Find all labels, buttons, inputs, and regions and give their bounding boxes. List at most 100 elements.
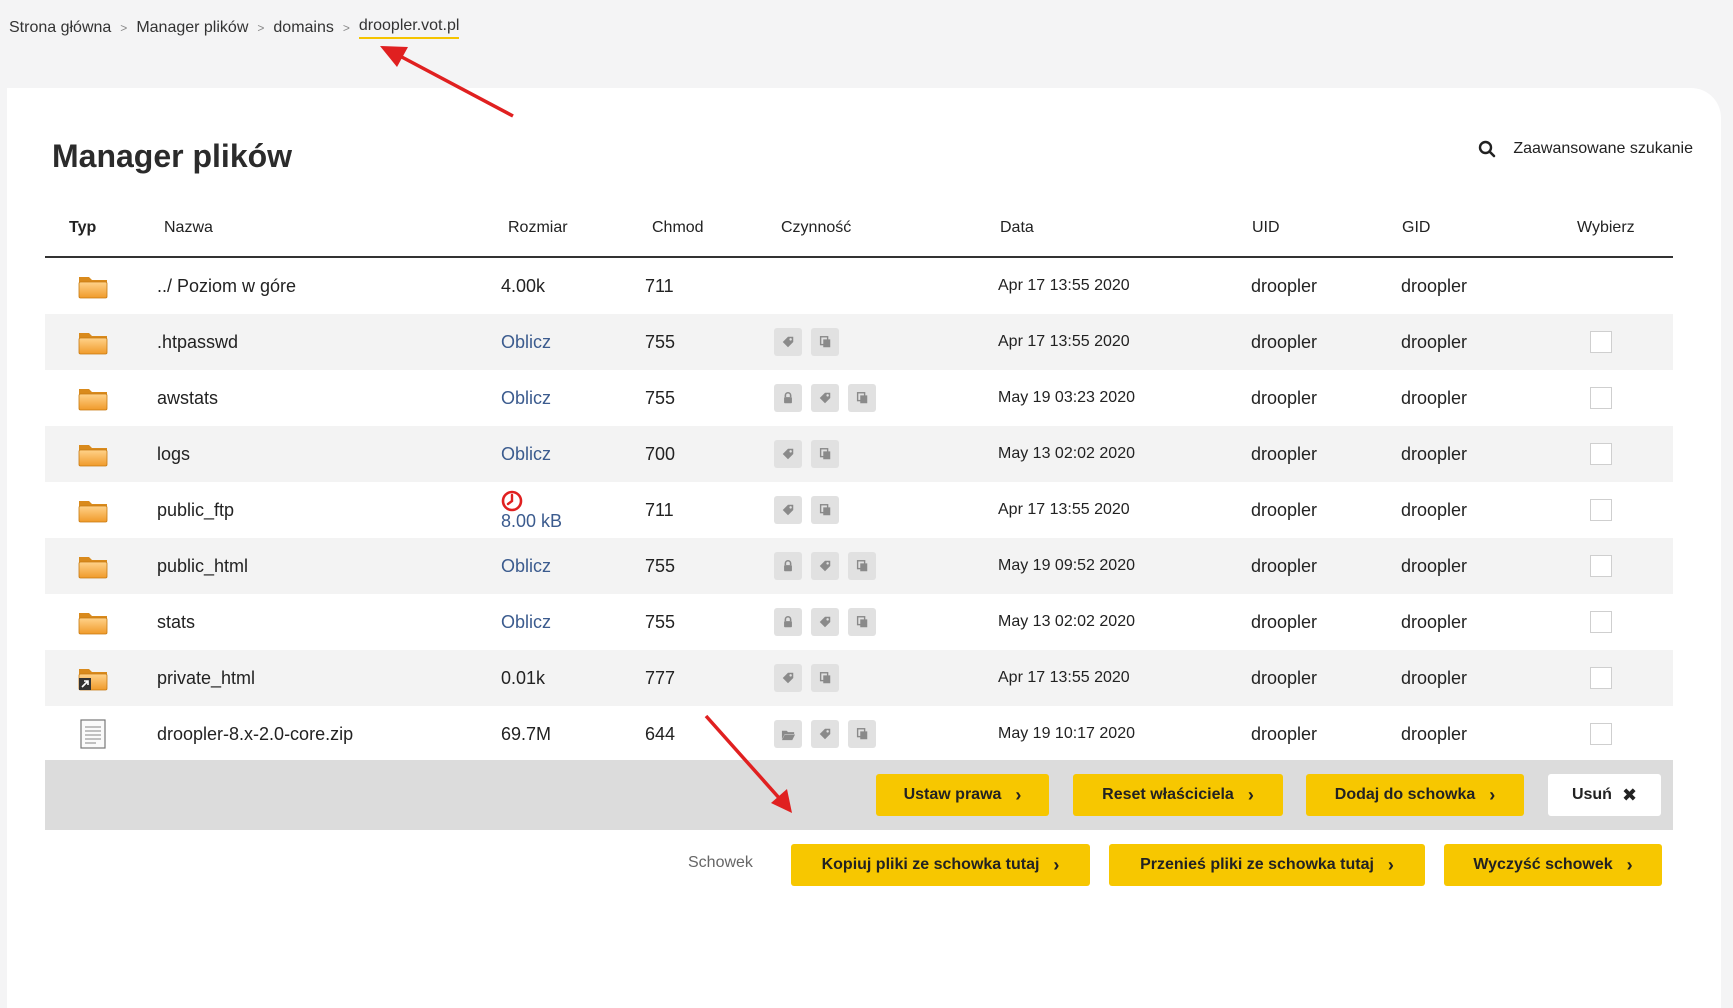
- select-checkbox[interactable]: [1590, 499, 1612, 521]
- select-checkbox[interactable]: [1590, 387, 1612, 409]
- select-checkbox[interactable]: [1590, 723, 1612, 745]
- advanced-search-link[interactable]: Zaawansowane szukanie: [1478, 140, 1693, 158]
- table-row: public_ftp 8.00 kB 711 Apr 17 13:55 2020…: [45, 482, 1673, 538]
- file-uid: droopler: [1251, 611, 1318, 632]
- select-checkbox[interactable]: [1590, 443, 1612, 465]
- file-chmod[interactable]: 755: [645, 314, 675, 370]
- file-name[interactable]: stats: [157, 594, 195, 650]
- clipboard-label: Schowek: [688, 854, 753, 871]
- set-permissions-button[interactable]: Ustaw prawa ›: [876, 774, 1049, 816]
- row-actions: [774, 314, 848, 370]
- file-uid: droopler: [1251, 723, 1318, 744]
- file-date: May 13 02:02 2020: [998, 445, 1135, 462]
- folder-icon: [78, 314, 108, 370]
- file-name[interactable]: droopler-8.x-2.0-core.zip: [157, 706, 353, 762]
- lock-icon[interactable]: [774, 608, 802, 636]
- file-gid: droopler: [1401, 667, 1468, 688]
- page-title: Manager plików: [52, 138, 293, 174]
- calculate-size-link[interactable]: Oblicz: [501, 538, 551, 594]
- file-chmod[interactable]: 777: [645, 650, 675, 706]
- file-name[interactable]: public_html: [157, 538, 248, 594]
- breadcrumb-domains[interactable]: domains: [273, 19, 333, 37]
- file-chmod[interactable]: 711: [645, 258, 674, 314]
- copy-icon[interactable]: [811, 440, 839, 468]
- file-chmod[interactable]: 755: [645, 538, 675, 594]
- header-chmod[interactable]: Chmod: [652, 219, 704, 237]
- copy-icon[interactable]: [811, 496, 839, 524]
- rename-tag-icon[interactable]: [774, 496, 802, 524]
- rename-tag-icon[interactable]: [811, 720, 839, 748]
- search-icon: [1479, 140, 1496, 158]
- header-data[interactable]: Data: [1000, 219, 1034, 237]
- file-name[interactable]: private_html: [157, 650, 255, 706]
- rename-tag-icon[interactable]: [774, 328, 802, 356]
- file-uid: droopler: [1251, 499, 1318, 520]
- copy-icon[interactable]: [811, 328, 839, 356]
- file-name[interactable]: awstats: [157, 370, 218, 426]
- copy-icon[interactable]: [848, 608, 876, 636]
- lock-icon[interactable]: [774, 384, 802, 412]
- rename-tag-icon[interactable]: [811, 384, 839, 412]
- table-row: .htpasswd Oblicz 755 Apr 17 13:55 2020 d…: [45, 314, 1673, 370]
- file-chmod[interactable]: 700: [645, 426, 675, 482]
- row-actions: [774, 426, 848, 482]
- extract-folder-icon[interactable]: [774, 720, 802, 748]
- breadcrumb-home[interactable]: Strona główna: [9, 19, 111, 37]
- copy-icon[interactable]: [848, 552, 876, 580]
- select-checkbox[interactable]: [1590, 331, 1612, 353]
- header-gid[interactable]: GID: [1402, 219, 1430, 237]
- file-name[interactable]: logs: [157, 426, 190, 482]
- calculate-size-link[interactable]: Oblicz: [501, 594, 551, 650]
- copy-icon[interactable]: [848, 384, 876, 412]
- file-chmod[interactable]: 755: [645, 370, 675, 426]
- calculate-size-link[interactable]: Oblicz: [501, 314, 551, 370]
- copy-icon[interactable]: [811, 664, 839, 692]
- chevron-right-icon: ›: [1387, 854, 1394, 875]
- move-from-clipboard-button[interactable]: Przenieś pliki ze schowka tutaj ›: [1109, 844, 1425, 886]
- select-checkbox[interactable]: [1590, 667, 1612, 689]
- row-actions: [774, 370, 885, 426]
- file-name[interactable]: public_ftp: [157, 482, 234, 538]
- file-chmod[interactable]: 644: [645, 706, 675, 762]
- set-permissions-label: Ustaw prawa: [903, 786, 1002, 803]
- rename-tag-icon[interactable]: [774, 664, 802, 692]
- rename-tag-icon[interactable]: [774, 440, 802, 468]
- lock-icon[interactable]: [774, 552, 802, 580]
- file-gid: droopler: [1401, 275, 1468, 296]
- folder-icon: [78, 370, 108, 426]
- file-date: Apr 17 13:55 2020: [998, 501, 1130, 518]
- file-date: May 19 09:52 2020: [998, 557, 1135, 574]
- header-typ[interactable]: Typ: [69, 219, 96, 237]
- file-gid: droopler: [1401, 611, 1468, 632]
- select-cell: [1590, 538, 1612, 594]
- reset-owner-button[interactable]: Reset właściciela ›: [1073, 774, 1283, 816]
- file-gid: droopler: [1401, 443, 1468, 464]
- computed-size[interactable]: 8.00 kB: [501, 482, 562, 538]
- delete-button[interactable]: Usuń ✖: [1548, 774, 1661, 816]
- rename-tag-icon[interactable]: [811, 552, 839, 580]
- file-name[interactable]: .htpasswd: [157, 314, 238, 370]
- select-checkbox[interactable]: [1590, 555, 1612, 577]
- file-name[interactable]: ../ Poziom w góre: [157, 258, 296, 314]
- file-uid: droopler: [1251, 331, 1318, 352]
- copy-from-clipboard-button[interactable]: Kopiuj pliki ze schowka tutaj ›: [791, 844, 1090, 886]
- select-checkbox[interactable]: [1590, 611, 1612, 633]
- breadcrumb-current[interactable]: droopler.vot.pl: [358, 17, 460, 39]
- rename-tag-icon[interactable]: [811, 608, 839, 636]
- file-table: Typ Nazwa Rozmiar Chmod Czynność Data UI…: [45, 196, 1673, 762]
- clear-clipboard-button[interactable]: Wyczyść schowek ›: [1444, 844, 1662, 886]
- file-chmod[interactable]: 755: [645, 594, 675, 650]
- add-to-clipboard-button[interactable]: Dodaj do schowka ›: [1306, 774, 1524, 816]
- breadcrumb-file-manager[interactable]: Manager plików: [136, 19, 248, 37]
- header-uid[interactable]: UID: [1252, 219, 1280, 237]
- file-chmod[interactable]: 711: [645, 482, 674, 538]
- copy-icon[interactable]: [848, 720, 876, 748]
- header-nazwa[interactable]: Nazwa: [164, 219, 213, 237]
- header-rozmiar[interactable]: Rozmiar: [508, 219, 568, 237]
- file-gid: droopler: [1401, 723, 1468, 744]
- select-cell: [1590, 650, 1612, 706]
- calculate-size-link[interactable]: Oblicz: [501, 370, 551, 426]
- close-icon: ✖: [1621, 784, 1638, 805]
- table-row: public_html Oblicz 755 May 19 09:52 2020…: [45, 538, 1673, 594]
- calculate-size-link[interactable]: Oblicz: [501, 426, 551, 482]
